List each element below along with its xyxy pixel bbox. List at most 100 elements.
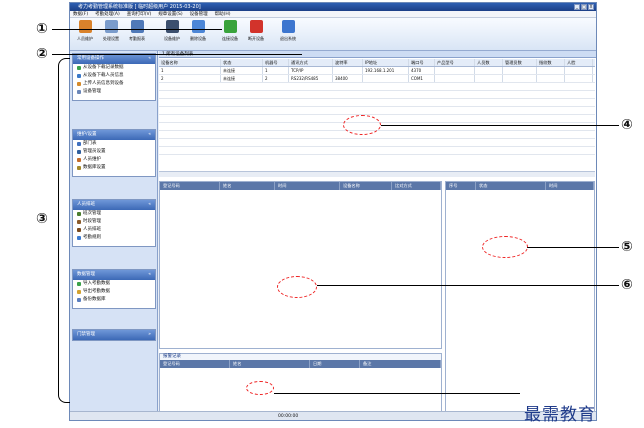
sidebar-item-export[interactable]: 导出考勤数据 — [73, 288, 155, 296]
menu-rules[interactable]: 规章设置(S) — [158, 11, 182, 17]
close-button[interactable]: X — [588, 4, 594, 10]
people-icon — [77, 158, 81, 162]
callout-4: ④ — [621, 117, 633, 133]
menu-data[interactable]: 数据(F) — [73, 11, 88, 17]
status-header: 序号 状态 时间 — [446, 182, 594, 190]
device-icon — [77, 90, 81, 94]
leader-line-5 — [527, 247, 619, 248]
rules-icon — [77, 236, 81, 240]
title-bar: 考力考勤管理系统标准版 [ 临时超级用户 2015-03-20] _ □ X — [70, 3, 596, 11]
sidebar-item-time-slots[interactable]: 时段管理 — [73, 218, 155, 226]
callout-3: ③ — [36, 211, 48, 227]
pane-header[interactable]: 常用设备操作 « — [73, 54, 155, 64]
menu-device[interactable]: 设备管理 — [190, 11, 208, 17]
figure: 考力考勤管理系统标准版 [ 临时超级用户 2015-03-20] _ □ X 数… — [0, 0, 644, 428]
sidebar-item-download-records[interactable]: 从设备下载记录数据 — [73, 64, 155, 72]
sidebar-item-departments[interactable]: 部门表 — [73, 140, 155, 148]
sidebar-item-download-staff[interactable]: 从设备下载人员信息 — [73, 72, 155, 80]
pane-header[interactable]: 维护/设置 « — [73, 130, 155, 140]
maximize-button[interactable]: □ — [581, 4, 587, 10]
upload-icon — [77, 82, 81, 86]
table-row[interactable]: 1 未连接 1 TCP/IP 192.168.1.201 4370 — [159, 67, 595, 75]
chevron-up-icon: « — [148, 202, 151, 207]
backup-icon — [77, 298, 81, 302]
document-icon — [104, 20, 118, 33]
callout-2: ② — [36, 46, 48, 62]
table-row — [159, 83, 595, 91]
exit-system-button[interactable]: 退出系统 — [276, 20, 300, 48]
connect-device-button[interactable]: 连接设备 — [218, 20, 242, 48]
leader-line-6 — [317, 285, 619, 286]
alarm-panel: 报警记录 登记号码 姓名 日期 备注 — [159, 353, 442, 419]
table-row — [159, 131, 595, 139]
sidebar-item-backup[interactable]: 备份数据库 — [73, 296, 155, 304]
sidebar-item-admin-settings[interactable]: 管理员设置 — [73, 148, 155, 156]
callout-6: ⑥ — [621, 277, 633, 293]
window-title: 考力考勤管理系统标准版 [ 临时超级用户 2015-03-20] — [78, 4, 201, 10]
people-icon — [78, 20, 92, 33]
leader-line-4 — [381, 125, 619, 126]
pane-data-manage: 数据管理 « 导入考勤数据 导出考勤数据 备份数据库 — [72, 269, 156, 309]
clock-icon — [77, 220, 81, 224]
sidebar-item-import[interactable]: 导入考勤数据 — [73, 280, 155, 288]
process-settings-button[interactable]: 处理设置 — [99, 20, 123, 48]
department-icon — [77, 142, 81, 146]
table-row — [159, 91, 595, 99]
status-bar: 00:00:00 — [70, 411, 596, 420]
leader-line-2 — [52, 54, 302, 55]
device-grid: 设备名称 状态 机器号 通讯方式 波特率 IP地址 端口号 产品型号 人员数 管… — [159, 59, 595, 171]
schedule-icon — [77, 228, 81, 232]
callout-1: ① — [36, 21, 48, 37]
leader-line-7 — [274, 393, 520, 394]
status-time: 00:00:00 — [278, 414, 299, 419]
table-row — [159, 139, 595, 147]
app-window: 考力考勤管理系统标准版 [ 临时超级用户 2015-03-20] _ □ X 数… — [69, 2, 597, 421]
menu-query[interactable]: 查询打印(V) — [127, 11, 152, 17]
chevron-up-icon: « — [148, 272, 151, 277]
bracket-sidebar — [58, 58, 70, 403]
delete-device-button[interactable]: 删除设备 — [186, 20, 210, 48]
sidebar-item-database[interactable]: 数据库设置 — [73, 164, 155, 172]
delete-icon — [191, 20, 205, 33]
table-row — [159, 99, 595, 107]
device-status-panel: 序号 状态 时间 — [445, 181, 595, 419]
sidebar-item-staff[interactable]: 人员维护 — [73, 156, 155, 164]
pane-scheduling: 人员排班 « 班次管理 时段管理 人员排班 考勤规则 — [72, 199, 156, 247]
chevron-down-icon: » — [148, 332, 151, 337]
shift-icon — [77, 212, 81, 216]
grid-header: 设备名称 状态 机器号 通讯方式 波特率 IP地址 端口号 产品型号 人员数 管… — [159, 59, 595, 67]
connect-icon — [223, 20, 237, 33]
import-icon — [77, 282, 81, 286]
staff-maintenance-button[interactable]: 人员维护 — [73, 20, 97, 48]
horizontal-scrollbar[interactable] — [159, 171, 595, 177]
download-icon — [77, 74, 81, 78]
marker-ellipse-6 — [277, 276, 317, 298]
marker-ellipse-4 — [343, 115, 381, 135]
sidebar-item-staff-schedule[interactable]: 人员排班 — [73, 226, 155, 234]
marker-ellipse-5 — [482, 236, 528, 258]
menu-attendance[interactable]: 考勤处理(A) — [95, 11, 120, 17]
pane-access-control: 门禁管理» — [72, 329, 156, 341]
database-icon — [77, 166, 81, 170]
menu-bar: 数据(F) 考勤处理(A) 查询打印(V) 规章设置(S) 设备管理 帮助(H) — [70, 11, 596, 18]
sidebar-item-device-manage[interactable]: 设备管理 — [73, 88, 155, 96]
export-icon — [77, 290, 81, 294]
sidebar-item-shifts[interactable]: 班次管理 — [73, 210, 155, 218]
minimize-button[interactable]: _ — [574, 4, 580, 10]
pane-header[interactable]: 门禁管理» — [73, 330, 155, 340]
chevron-up-icon: « — [148, 56, 151, 61]
sidebar-item-rules[interactable]: 考勤规则 — [73, 234, 155, 242]
table-row[interactable]: 2 未连接 2 RS232/RS485 38400 COM1 — [159, 75, 595, 83]
menu-help[interactable]: 帮助(H) — [215, 11, 231, 17]
monitor-icon — [165, 20, 179, 33]
pane-header[interactable]: 人员排班 « — [73, 200, 155, 210]
sidebar-item-upload-staff[interactable]: 上传人员信息到设备 — [73, 80, 155, 88]
download-icon — [77, 66, 81, 70]
attendance-report-button[interactable]: 考勤报表 — [125, 20, 149, 48]
pane-header[interactable]: 数据管理 « — [73, 270, 155, 280]
callout-5: ⑤ — [621, 239, 633, 255]
watermark: 最需教育 — [524, 405, 596, 425]
records-panel: 登记号码 姓名 时间 设备名称 比对方式 — [159, 181, 442, 349]
disconnect-device-button[interactable]: 断开设备 — [244, 20, 268, 48]
device-maintenance-button[interactable]: 设备维护 — [160, 20, 184, 48]
